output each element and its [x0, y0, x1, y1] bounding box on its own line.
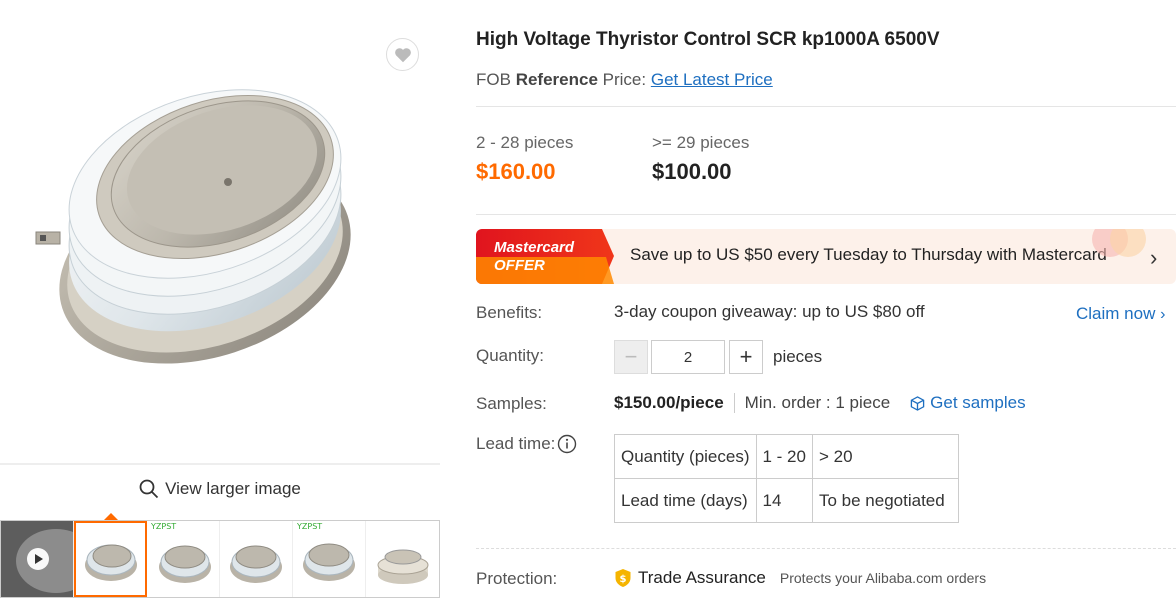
price-tier-2: >= 29 pieces $100.00: [652, 133, 749, 185]
samples-row: $150.00/piece Min. order : 1 piece Get s…: [614, 393, 1026, 413]
video-thumbnail-graphic: [1, 521, 73, 597]
tier-price: $160.00: [476, 159, 556, 184]
dashed-divider: [476, 548, 1176, 549]
tier-range: >= 29 pieces: [652, 133, 750, 152]
main-product-image[interactable]: [0, 22, 440, 462]
samples-label: Samples:: [476, 394, 547, 413]
quantity-input[interactable]: [651, 340, 725, 374]
get-samples-link[interactable]: Get samples: [910, 393, 1026, 413]
thyristor-thumbnail: [85, 544, 137, 581]
mastercard-offer-banner[interactable]: Mastercard OFFER Save up to US $50 every…: [476, 229, 1176, 284]
mastercard-logo-icon: [1092, 229, 1146, 257]
thumbnail-video[interactable]: [1, 521, 74, 597]
thumbnail-2[interactable]: YZPST: [147, 521, 220, 597]
thyristor-thumbnail: [230, 545, 282, 583]
thumbnail-4[interactable]: YZPST: [293, 521, 366, 597]
view-larger-image-button[interactable]: View larger image: [0, 463, 440, 513]
active-thumb-indicator: [104, 513, 118, 520]
quantity-unit: pieces: [773, 347, 823, 366]
fob-prefix: FOB: [476, 70, 511, 89]
price-tier-1: 2 - 28 pieces $160.00: [476, 133, 573, 185]
tier-range: 2 - 28 pieces: [476, 133, 574, 152]
fob-suffix: Price:: [602, 70, 647, 89]
view-larger-label: View larger image: [165, 479, 301, 498]
magnifier-icon: [139, 479, 159, 499]
thyristor-thumbnail: [377, 549, 429, 584]
benefits-label: Benefits:: [476, 303, 543, 322]
table-cell: 14: [755, 478, 813, 523]
get-samples-label: Get samples: [930, 393, 1026, 412]
table-row: Lead time (days) 14 To be negotiated: [614, 478, 959, 523]
tier-price: $100.00: [652, 159, 732, 184]
quantity-stepper: − + pieces: [614, 340, 822, 374]
divider: [476, 214, 1176, 215]
quantity-label: Quantity:: [476, 346, 545, 365]
svg-text:$: $: [620, 574, 627, 585]
min-order: Min. order : 1 piece: [744, 393, 891, 412]
lead-time-label-group: Lead time:: [476, 434, 577, 454]
claim-now-button[interactable]: Claim now ›: [1076, 304, 1165, 324]
table-row: Quantity (pieces) 1 - 20 > 20: [614, 434, 959, 479]
lead-time-table: Quantity (pieces) 1 - 20 > 20 Lead time …: [614, 434, 959, 523]
get-latest-price-link[interactable]: Get Latest Price: [651, 70, 773, 89]
chevron-right-icon: ›: [1160, 306, 1166, 323]
product-details: High Voltage Thyristor Control SCR kp100…: [476, 0, 1176, 610]
package-icon: [910, 395, 925, 411]
decrease-quantity-button[interactable]: −: [614, 340, 648, 374]
thumbnail-5[interactable]: [366, 521, 439, 597]
product-title: High Voltage Thyristor Control SCR kp100…: [476, 29, 940, 50]
claim-now-label: Claim now: [1076, 304, 1156, 323]
increase-quantity-button[interactable]: +: [729, 340, 763, 374]
divider: [476, 106, 1176, 107]
fob-price-line: FOB Reference Price: Get Latest Price: [476, 70, 773, 90]
thyristor-image: [35, 89, 351, 364]
table-cell: Lead time (days): [614, 478, 757, 523]
thumbnail-strip: YZPST YZPST: [0, 520, 440, 598]
thyristor-thumbnail: [159, 545, 211, 583]
trade-assurance-shield-icon: $: [615, 569, 631, 587]
info-icon[interactable]: [557, 434, 577, 454]
brand-tag: YZPST: [151, 522, 177, 531]
badge-line-2: OFFER: [494, 257, 545, 274]
thyristor-thumbnail: [303, 543, 355, 581]
table-cell: 1 - 20: [755, 434, 813, 479]
heart-icon: [394, 47, 411, 62]
offer-badge-text: Mastercard OFFER: [494, 239, 574, 275]
trade-assurance-title: Trade Assurance: [638, 568, 766, 587]
thumbnail-3[interactable]: [220, 521, 293, 597]
protection-label: Protection:: [476, 569, 558, 588]
brand-tag: YZPST: [297, 522, 323, 531]
favorite-button[interactable]: [386, 38, 419, 71]
table-cell: To be negotiated: [811, 478, 959, 523]
trade-assurance[interactable]: $ Trade Assurance Protects your Alibaba.…: [614, 568, 986, 588]
product-gallery: View larger image YZPST YZPST: [0, 0, 440, 610]
offer-text: Save up to US $50 every Tuesday to Thurs…: [630, 245, 1107, 264]
fob-reference: Reference: [515, 70, 598, 89]
sample-price: $150.00/piece: [614, 393, 724, 412]
badge-line-1: Mastercard: [494, 239, 575, 256]
table-cell: > 20: [811, 434, 959, 479]
benefit-description: 3-day coupon giveaway: up to US $80 off: [614, 302, 925, 321]
table-cell: Quantity (pieces): [614, 434, 757, 479]
lead-time-label: Lead time:: [476, 434, 556, 453]
trade-assurance-note: Protects your Alibaba.com orders: [779, 570, 987, 586]
separator: [733, 393, 735, 413]
chevron-right-icon: ›: [1150, 245, 1158, 270]
thumbnail-1[interactable]: [74, 521, 147, 597]
